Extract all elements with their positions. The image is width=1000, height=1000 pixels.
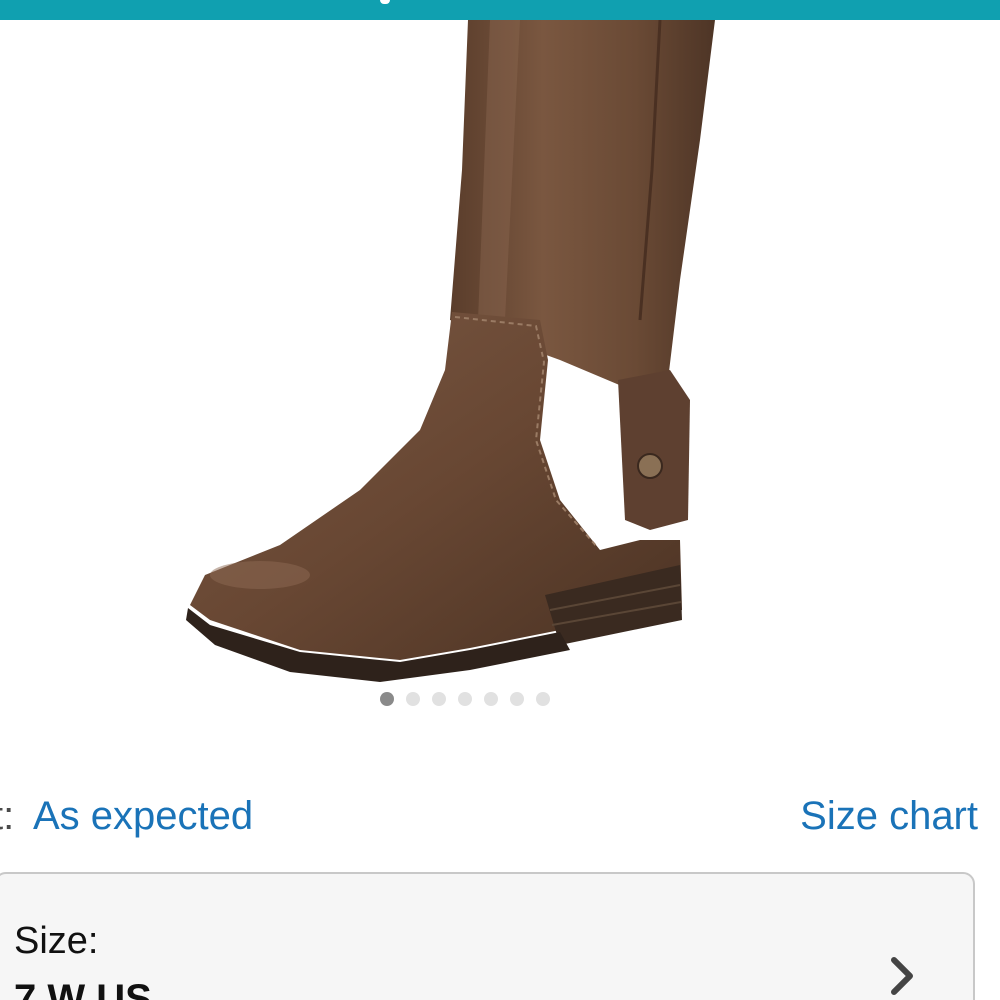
image-carousel-indicator[interactable]	[380, 690, 550, 708]
carousel-dot[interactable]	[536, 692, 550, 706]
fit-row: t: As expected Size chart	[0, 788, 1000, 848]
boot-strap	[618, 370, 690, 530]
header-bar	[0, 0, 1000, 20]
carousel-dot[interactable]	[458, 692, 472, 706]
brown-boot-image	[186, 19, 715, 682]
size-selector-button[interactable]: Size: 7 W US	[0, 872, 975, 1000]
product-image[interactable]	[0, 19, 1000, 690]
boot-toe-highlight	[210, 561, 310, 589]
size-label: Size:	[14, 920, 99, 962]
carousel-dot[interactable]	[510, 692, 524, 706]
size-value: 7 W US	[14, 977, 152, 1000]
chevron-right-icon	[891, 957, 913, 995]
size-chart-link[interactable]: Size chart	[800, 788, 978, 844]
carousel-dot[interactable]	[406, 692, 420, 706]
fit-label: t:	[0, 794, 15, 838]
fit-value[interactable]: As expected	[33, 788, 253, 844]
boot-button	[637, 453, 663, 479]
product-page: t: As expected Size chart Size: 7 W US	[0, 0, 1000, 1000]
carousel-dot[interactable]	[432, 692, 446, 706]
carousel-dot[interactable]	[380, 692, 394, 706]
carousel-dot[interactable]	[484, 692, 498, 706]
header-bar-marker	[380, 0, 390, 4]
